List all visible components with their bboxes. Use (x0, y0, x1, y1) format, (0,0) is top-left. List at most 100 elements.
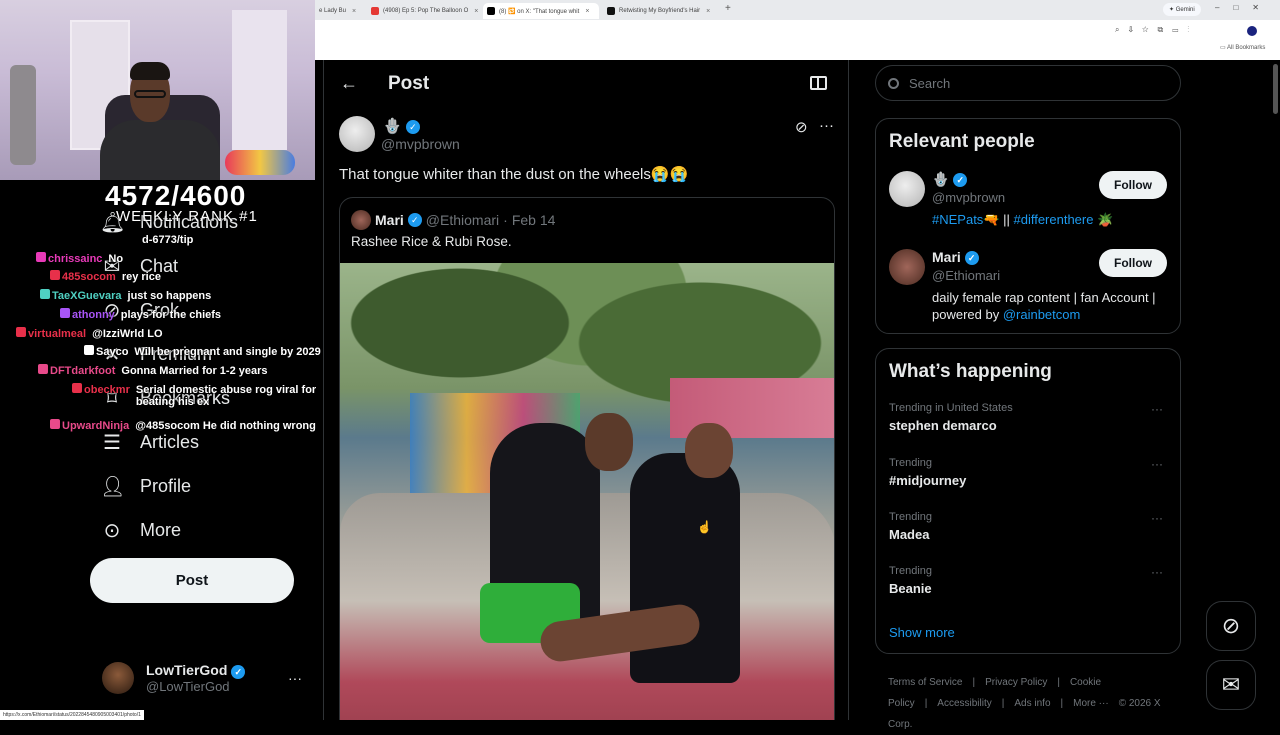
cam-toys (225, 150, 295, 175)
panel-title: Relevant people (889, 131, 1035, 152)
search-input[interactable]: Search (875, 65, 1181, 101)
footer-link[interactable]: Privacy Policy (985, 677, 1047, 688)
chat-message: 485socom rey rice (50, 270, 161, 283)
chat-badge-icon (40, 289, 50, 299)
chat-badge-icon (16, 327, 26, 337)
tip-line: d-6773/tip (142, 234, 194, 246)
author-avatar[interactable] (339, 116, 375, 152)
quote-text: Rashee Rice & Rubi Rose. (351, 234, 512, 249)
chat-username: virtualmeal (28, 328, 87, 340)
chat-username: obeckmr (84, 384, 130, 396)
more-icon[interactable]: ··· (1151, 402, 1163, 416)
person-name: 🪬 ✓ (932, 171, 968, 188)
tab-strip: e Lady Bu × (4908) Ep 5: Pop The Balloon … (315, 0, 1280, 20)
main-column: ← Post 🪬 ✓ @mvpbrown ⊘ ··· That tongue w… (323, 60, 849, 720)
chat-text: just so happens (127, 290, 212, 302)
cam-streamer-glasses (134, 90, 166, 98)
person-card[interactable]: Mari ✓ @Ethiomari daily female rap conte… (889, 249, 1179, 322)
grok-icon[interactable]: ⊘ (795, 118, 808, 136)
author-name[interactable]: 🪬 ✓ (383, 117, 420, 135)
footer-link[interactable]: More ··· (1073, 698, 1109, 709)
nav-more[interactable]: ⊙ More (100, 518, 181, 543)
chat-badge-icon (84, 345, 94, 355)
account-handle: @LowTierGod (146, 678, 230, 694)
browser-tab[interactable]: (4908) Ep 5: Pop The Balloon O × (367, 3, 483, 19)
quoted-post[interactable]: Mari ✓ @Ethiomari · Feb 14 Rashee Rice &… (339, 197, 835, 720)
back-arrow-icon[interactable]: ← (340, 73, 358, 94)
cam-streamer-body (100, 120, 220, 180)
footer-separator: | (1001, 698, 1005, 709)
nav-profile[interactable]: 👤︎ Profile (100, 474, 191, 499)
nav-articles[interactable]: ☰ Articles (100, 430, 199, 455)
browser-tab-active[interactable]: (8) 🔁 on X: "That tongue whit × (483, 3, 599, 19)
gemini-button[interactable]: ✦ Gemini (1163, 3, 1201, 16)
chat-message: DFTdarkfoot Gonna Married for 1-2 years (38, 364, 268, 377)
trend-item[interactable]: Trending Madea ··· (889, 511, 1169, 542)
trend-item[interactable]: Trending in United States stephen demarco… (889, 402, 1169, 433)
follow-button[interactable]: Follow (1099, 249, 1167, 277)
chat-username: chrissainc (48, 253, 103, 265)
close-tab-icon[interactable]: × (706, 8, 710, 15)
chat-username: athonny (72, 309, 115, 321)
trend-item[interactable]: Trending Beanie ··· (889, 565, 1169, 596)
toolbar-icons[interactable]: ⌕⇩☆⧉▭⋮ (1115, 25, 1198, 35)
panel-title: What’s happening (889, 361, 1052, 382)
profile-avatar[interactable] (1247, 26, 1257, 36)
new-tab-button[interactable]: + (725, 3, 731, 14)
browser-tab[interactable]: Retwisting My Boyfriend's Hair × (603, 3, 719, 19)
avatar (889, 171, 925, 207)
person-bio: daily female rap content | fan Account |… (932, 290, 1156, 322)
footer-link[interactable]: Ads info (1014, 698, 1050, 709)
grok-fab-icon[interactable]: ⊘ (1206, 601, 1256, 651)
person-handle: @Ethiomari (932, 268, 1001, 283)
follow-button[interactable]: Follow (1099, 171, 1167, 199)
post-more-icon[interactable]: ··· (819, 117, 834, 134)
photo-person-head (685, 423, 733, 478)
post-photo[interactable] (340, 263, 834, 720)
more-icon[interactable]: ··· (1151, 457, 1163, 471)
relevant-people-panel: Relevant people 🪬 ✓ @mvpbrown #NEPats🔫 |… (875, 118, 1181, 334)
footer-link[interactable]: Accessibility (937, 698, 991, 709)
messages-fab-icon[interactable]: ✉ (1206, 660, 1256, 710)
chat-text: @485socom He did nothing wrong (135, 420, 316, 432)
chat-badge-icon (36, 252, 46, 262)
show-more-link[interactable]: Show more (889, 625, 955, 640)
scrollbar[interactable] (1273, 64, 1278, 114)
chat-username: TaeXGuevara (52, 290, 122, 302)
chat-message: UpwardNinja @485socom He did nothing wron… (50, 419, 316, 432)
reader-mode-icon[interactable] (810, 76, 827, 90)
post-button[interactable]: Post (90, 558, 294, 603)
author-handle[interactable]: @mvpbrown (381, 136, 460, 152)
trend-item[interactable]: Trending #midjourney ··· (889, 457, 1169, 488)
account-more-icon[interactable]: ··· (288, 670, 302, 686)
folder-icon: ▭ (1220, 45, 1228, 51)
quote-header: Mari ✓ @Ethiomari · Feb 14 (351, 210, 555, 230)
close-tab-icon[interactable]: × (585, 8, 589, 15)
weekly-rank: WEEKLY RANK #1 (116, 208, 258, 225)
chat-badge-icon (50, 270, 60, 280)
close-tab-icon[interactable]: × (352, 8, 356, 15)
x-logo-icon (487, 7, 495, 15)
person-name: Mari ✓ (932, 249, 979, 266)
chat-text: Gonna Married for 1-2 years (121, 365, 268, 377)
more-icon[interactable]: ··· (1151, 511, 1163, 525)
chat-message: obeckmr Serial domestic abuse rog viral f… (72, 383, 336, 408)
cam-door (232, 10, 287, 150)
browser-tab[interactable]: e Lady Bu × (315, 3, 363, 19)
chat-text: @IzziWrld LO (92, 328, 163, 340)
close-tab-icon[interactable]: × (474, 8, 478, 15)
footer-separator: | (1060, 698, 1064, 709)
chat-badge-icon (38, 364, 48, 374)
more-icon[interactable]: ··· (1151, 565, 1163, 579)
all-bookmarks[interactable]: ▭ All Bookmarks (1220, 44, 1265, 51)
status-bar-url: https://x.com/Ethiomari/status/202284548… (0, 710, 144, 720)
footer-link[interactable]: Terms of Service (888, 677, 962, 688)
footer-separator: | (972, 677, 976, 688)
chat-text: rey rice (121, 271, 161, 283)
quote-separator: · (503, 212, 508, 228)
post-text: That tongue whiter than the dust on the … (339, 166, 689, 183)
person-card[interactable]: 🪬 ✓ @mvpbrown #NEPats🔫 || #differenthere… (889, 171, 1179, 231)
window-controls[interactable]: –□✕ (1215, 3, 1273, 12)
account-switcher[interactable]: LowTierGod ✓ @LowTierGod ··· (102, 662, 302, 694)
footer-separator: | (924, 698, 928, 709)
